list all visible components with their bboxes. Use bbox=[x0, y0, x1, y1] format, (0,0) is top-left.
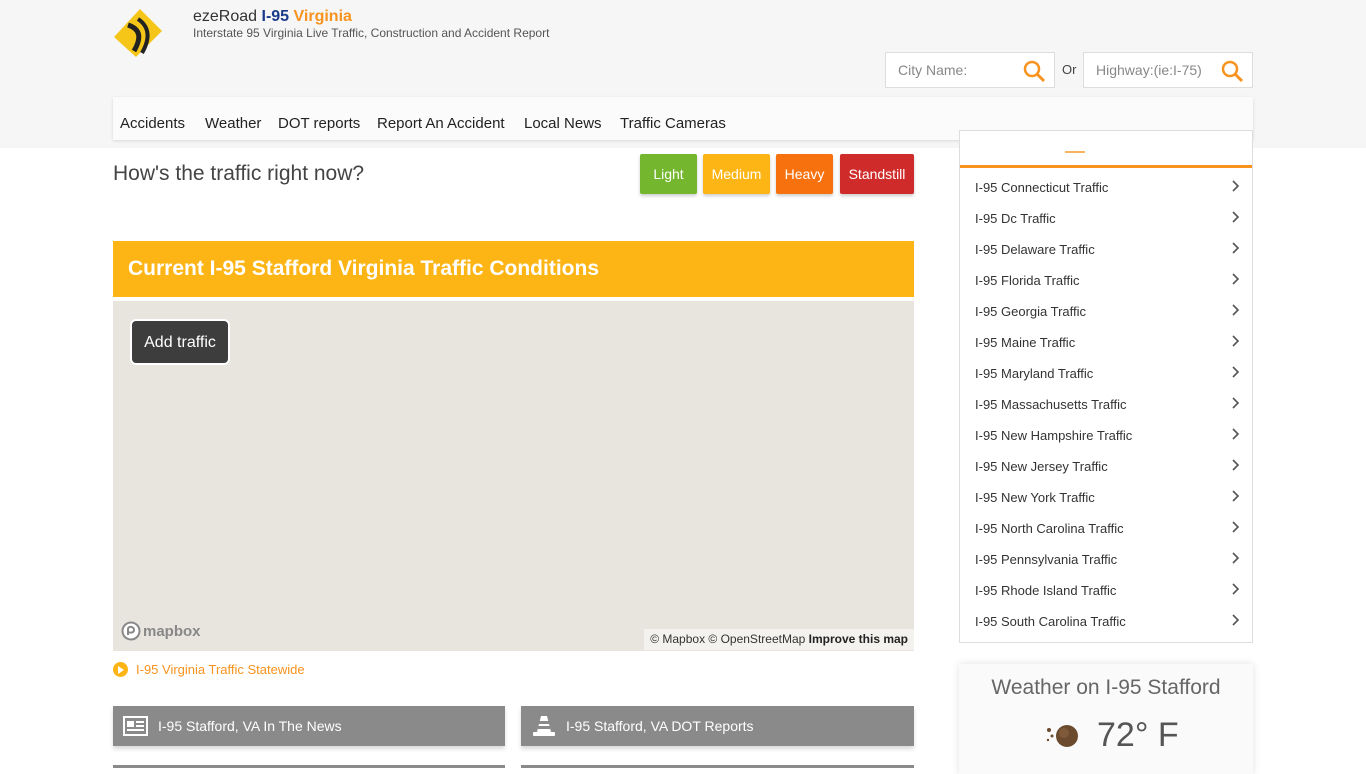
sidebar-item-label: I-95 Rhode Island Traffic bbox=[975, 583, 1117, 598]
sidebar-item-label: I-95 Florida Traffic bbox=[975, 273, 1080, 288]
conditions-title: Current I-95 Stafford Virginia Traffic C… bbox=[128, 257, 599, 280]
chevron-right-icon bbox=[1232, 273, 1240, 285]
statewide-label: I-95 Virginia Traffic Statewide bbox=[136, 662, 305, 677]
traffic-medium-button[interactable]: Medium bbox=[703, 154, 770, 194]
sidebar-item-label: I-95 Pennsylvania Traffic bbox=[975, 552, 1118, 567]
traffic-light-button[interactable]: Light bbox=[640, 154, 697, 194]
statewide-link[interactable]: I-95 Virginia Traffic Statewide bbox=[113, 662, 305, 677]
sidebar-item-label: I-95 Maine Traffic bbox=[975, 335, 1076, 350]
sidebar-item[interactable]: I-95 Dc Traffic bbox=[975, 211, 1240, 242]
site-title[interactable]: ezeRoad I-95 Virginia bbox=[193, 8, 352, 26]
sidebar-item-label: I-95 South Carolina Traffic bbox=[975, 614, 1126, 629]
sidebar-item[interactable]: I-95 South Carolina Traffic bbox=[975, 614, 1240, 645]
chevron-right-icon bbox=[1232, 583, 1240, 595]
chevron-right-icon bbox=[1232, 521, 1240, 533]
play-icon bbox=[113, 662, 128, 677]
nav-accidents[interactable]: Accidents bbox=[120, 115, 185, 132]
sidebar-item[interactable]: I-95 Florida Traffic bbox=[975, 273, 1240, 304]
sidebar-item[interactable]: I-95 Pennsylvania Traffic bbox=[975, 552, 1240, 583]
chevron-right-icon bbox=[1232, 614, 1240, 626]
chevron-right-icon bbox=[1232, 242, 1240, 254]
sidebar-item-label: I-95 Connecticut Traffic bbox=[975, 180, 1109, 195]
state-traffic-list: I-95 Connecticut Traffic I-95 Dc Traffic I… bbox=[959, 130, 1253, 643]
site-subtitle: Interstate 95 Virginia Live Traffic, Con… bbox=[193, 26, 550, 40]
traffic-standstill-button[interactable]: Standstill bbox=[840, 154, 914, 194]
news-section-button[interactable]: I-95 Stafford, VA In The News bbox=[113, 706, 505, 746]
traffic-map[interactable]: Add traffic mapbox © Mapbox © OpenStreet… bbox=[113, 301, 914, 651]
chevron-right-icon bbox=[1232, 428, 1240, 440]
or-label: Or bbox=[1062, 62, 1077, 77]
sidebar-item[interactable]: I-95 New Jersey Traffic bbox=[975, 459, 1240, 490]
sidebar-item[interactable]: I-95 Delaware Traffic bbox=[975, 242, 1240, 273]
search-icon[interactable] bbox=[1022, 59, 1046, 83]
attribution-text[interactable]: © Mapbox © OpenStreetMap bbox=[650, 632, 805, 646]
map-attribution: © Mapbox © OpenStreetMap Improve this ma… bbox=[644, 629, 914, 650]
mapbox-logo-text: mapbox bbox=[143, 622, 201, 640]
mapbox-icon bbox=[121, 621, 141, 641]
sidebar-accent-line bbox=[960, 165, 1252, 168]
search-icon[interactable] bbox=[1220, 59, 1244, 83]
chevron-right-icon bbox=[1232, 397, 1240, 409]
chevron-right-icon bbox=[1232, 459, 1240, 471]
sidebar-item[interactable]: I-95 Massachusetts Traffic bbox=[975, 397, 1240, 428]
nav-report-accident[interactable]: Report An Accident bbox=[377, 115, 505, 132]
sidebar-item-label: I-95 New Jersey Traffic bbox=[975, 459, 1108, 474]
weather-temp: 72° F bbox=[1097, 716, 1179, 754]
sidebar-item-label: I-95 Delaware Traffic bbox=[975, 242, 1095, 257]
sidebar-item-label: I-95 Maryland Traffic bbox=[975, 366, 1094, 381]
sidebar-item[interactable]: I-95 Georgia Traffic bbox=[975, 304, 1240, 335]
sidebar-item[interactable]: I-95 New Hampshire Traffic bbox=[975, 428, 1240, 459]
nav-local-news[interactable]: Local News bbox=[524, 115, 602, 132]
traffic-heavy-button[interactable]: Heavy bbox=[776, 154, 833, 194]
hazy-sun-icon bbox=[1046, 725, 1078, 747]
sidebar-item[interactable]: I-95 Maine Traffic bbox=[975, 335, 1240, 366]
news-section-label: I-95 Stafford, VA In The News bbox=[158, 718, 342, 734]
sidebar-item[interactable]: I-95 North Carolina Traffic bbox=[975, 521, 1240, 552]
sidebar-item-label: I-95 North Carolina Traffic bbox=[975, 521, 1124, 536]
chevron-right-icon bbox=[1232, 304, 1240, 316]
chevron-right-icon bbox=[1232, 211, 1240, 223]
sidebar-item[interactable]: I-95 Maryland Traffic bbox=[975, 366, 1240, 397]
weather-card: Weather on I-95 Stafford 72° F bbox=[959, 664, 1253, 774]
weather-title: Weather on I-95 Stafford bbox=[991, 676, 1221, 699]
dot-section-label: I-95 Stafford, VA DOT Reports bbox=[566, 718, 754, 734]
sidebar-item[interactable]: I-95 New York Traffic bbox=[975, 490, 1240, 521]
brand-state: Virginia bbox=[293, 8, 352, 25]
chevron-right-icon bbox=[1232, 490, 1240, 502]
traffic-cone-icon bbox=[533, 716, 555, 736]
city-search bbox=[885, 52, 1055, 88]
sidebar-item-label: I-95 New Hampshire Traffic bbox=[975, 428, 1133, 443]
chevron-right-icon bbox=[1232, 335, 1240, 347]
sidebar-item-label: I-95 Dc Traffic bbox=[975, 211, 1056, 226]
sidebar-heading-fragment bbox=[1065, 143, 1085, 153]
brand-name: ezeRoad bbox=[193, 8, 258, 25]
chevron-right-icon bbox=[1232, 366, 1240, 378]
traffic-question: How's the traffic right now? bbox=[113, 162, 365, 185]
nav-dot-reports[interactable]: DOT reports bbox=[278, 115, 360, 132]
chevron-right-icon bbox=[1232, 552, 1240, 564]
conditions-header: Current I-95 Stafford Virginia Traffic C… bbox=[113, 241, 914, 297]
sidebar-item[interactable]: I-95 Rhode Island Traffic bbox=[975, 583, 1240, 614]
improve-map-link[interactable]: Improve this map bbox=[809, 632, 908, 646]
sidebar-item-label: I-95 Georgia Traffic bbox=[975, 304, 1087, 319]
add-traffic-button[interactable]: Add traffic bbox=[130, 319, 230, 365]
city-search-input[interactable] bbox=[898, 62, 1018, 78]
dot-section-button[interactable]: I-95 Stafford, VA DOT Reports bbox=[521, 706, 914, 746]
sidebar-item[interactable]: I-95 Connecticut Traffic bbox=[975, 180, 1240, 211]
site-logo-icon[interactable] bbox=[112, 7, 164, 59]
sidebar-item-label: I-95 Massachusetts Traffic bbox=[975, 397, 1127, 412]
mapbox-logo[interactable]: mapbox bbox=[121, 621, 201, 641]
sidebar-item-label: I-95 New York Traffic bbox=[975, 490, 1095, 505]
highway-search bbox=[1083, 52, 1253, 88]
newspaper-icon bbox=[123, 716, 148, 736]
highway-search-input[interactable] bbox=[1096, 62, 1216, 78]
nav-traffic-cameras[interactable]: Traffic Cameras bbox=[620, 115, 726, 132]
brand-highway: I-95 bbox=[261, 8, 290, 25]
chevron-right-icon bbox=[1232, 180, 1240, 192]
nav-weather[interactable]: Weather bbox=[205, 115, 261, 132]
